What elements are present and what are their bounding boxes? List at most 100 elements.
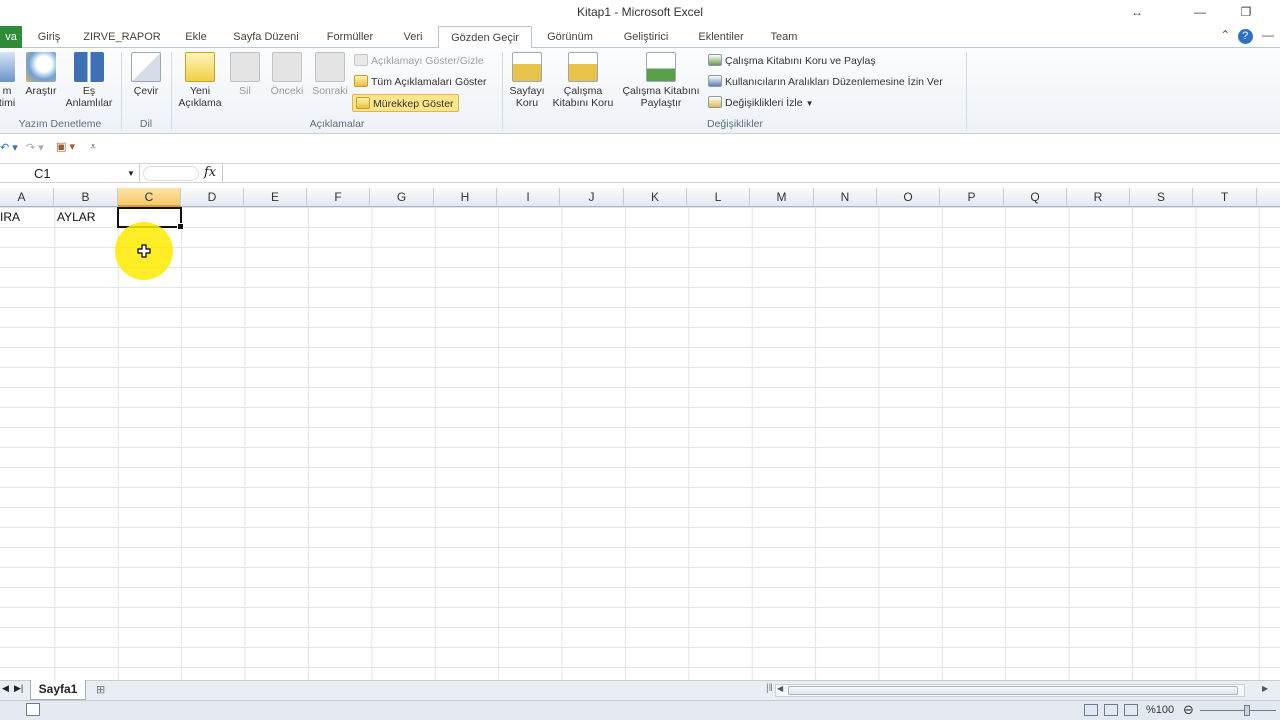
macro-record-icon[interactable] bbox=[26, 703, 40, 716]
tab-team[interactable]: Team bbox=[764, 28, 804, 48]
cell-area[interactable] bbox=[0, 207, 1280, 680]
tab-review[interactable]: Gözden Geçir bbox=[438, 26, 532, 49]
column-header-m[interactable]: M bbox=[750, 188, 814, 207]
zoom-out-icon[interactable]: ⊖ bbox=[1183, 702, 1194, 718]
lock-workbook-icon bbox=[568, 52, 598, 82]
new-comment-label-2: Açıklama bbox=[178, 97, 222, 109]
protect-sheet-button[interactable]: Sayfayı Koru bbox=[506, 52, 548, 109]
protect-share-workbook-button[interactable]: Çalışma Kitabını Koru ve Paylaş bbox=[708, 52, 876, 70]
minimize-button[interactable]: — bbox=[1190, 3, 1210, 21]
paste-icon[interactable]: ▣ ▾ bbox=[56, 140, 75, 153]
collapse-ribbon-icon[interactable]: ⌃ bbox=[1220, 28, 1230, 42]
resize-icon[interactable]: ↔ bbox=[1127, 3, 1147, 21]
tab-addins[interactable]: Eklentiler bbox=[690, 28, 752, 48]
column-header-k[interactable]: K bbox=[624, 188, 687, 207]
column-header-p[interactable]: P bbox=[940, 188, 1004, 207]
allow-edit-ranges-button[interactable]: Kullanıcıların Aralıkları Düzenlemesine … bbox=[708, 73, 943, 91]
formula-divider-handle[interactable] bbox=[143, 166, 199, 181]
show-ink-button[interactable]: Mürekkep Göster bbox=[352, 94, 459, 112]
last-sheet-icon[interactable]: ▶| bbox=[14, 683, 23, 694]
thesaurus-icon bbox=[74, 52, 104, 82]
ribbon-tabs: va Giriş ZIRVE_RAPOR Ekle Sayfa Düzeni F… bbox=[0, 26, 1280, 49]
status-bar: %100 ⊖ bbox=[0, 700, 1280, 720]
thesaurus-button[interactable]: Eş Anlamlılar bbox=[62, 52, 116, 109]
tab-formulas[interactable]: Formüller bbox=[318, 28, 382, 48]
zoom-slider[interactable] bbox=[1200, 710, 1276, 711]
previous-comment-button[interactable]: Önceki bbox=[266, 52, 308, 97]
research-button[interactable]: Araştır bbox=[22, 52, 60, 97]
column-header-g[interactable]: G bbox=[370, 188, 434, 207]
scroll-left-icon[interactable]: ◀ bbox=[777, 684, 783, 693]
name-box[interactable]: C1 ▼ bbox=[0, 164, 140, 183]
prev-sheet-icon[interactable]: ◀ bbox=[2, 683, 9, 694]
page-break-view-icon[interactable] bbox=[1124, 704, 1138, 716]
scroll-thumb[interactable] bbox=[788, 686, 1238, 695]
tab-developer[interactable]: Geliştirici bbox=[614, 28, 678, 48]
column-header-l[interactable]: L bbox=[687, 188, 750, 207]
tab-file[interactable]: va bbox=[0, 26, 22, 48]
next-comment-button[interactable]: Sonraki bbox=[308, 52, 352, 97]
scroll-right-icon[interactable]: ▶ bbox=[1262, 684, 1268, 693]
column-header-h[interactable]: H bbox=[434, 188, 497, 207]
horizontal-scrollbar[interactable]: ◀ bbox=[775, 684, 1245, 697]
tab-insert[interactable]: Ekle bbox=[178, 28, 214, 48]
new-sheet-icon[interactable]: ⊞ bbox=[96, 683, 105, 696]
cell-b1[interactable]: AYLAR bbox=[57, 210, 95, 224]
column-header-n[interactable]: N bbox=[814, 188, 877, 207]
column-header-t[interactable]: T bbox=[1193, 188, 1257, 207]
column-header-i[interactable]: I bbox=[497, 188, 560, 207]
column-header-o[interactable]: O bbox=[877, 188, 940, 207]
column-header-q[interactable]: Q bbox=[1004, 188, 1067, 207]
column-header-e[interactable]: E bbox=[244, 188, 307, 207]
tab-page-layout[interactable]: Sayfa Düzeni bbox=[226, 28, 306, 48]
spelling-label-1: m bbox=[2, 85, 12, 97]
name-box-dropdown-icon[interactable]: ▼ bbox=[127, 164, 135, 183]
spelling-button[interactable]: m timi bbox=[0, 52, 20, 109]
sheet-tab-sayfa1[interactable]: Sayfa1 bbox=[30, 680, 86, 700]
protect-workbook-label-2: Kitabını Koru bbox=[552, 97, 614, 109]
column-header-d[interactable]: D bbox=[181, 188, 244, 207]
column-header-j[interactable]: J bbox=[560, 188, 624, 207]
group-divider bbox=[966, 52, 967, 130]
minimize-window-icon[interactable]: — bbox=[1262, 28, 1274, 42]
track-changes-button[interactable]: Değişiklikleri İzle ▼ bbox=[708, 94, 814, 112]
protect-sheet-label-2: Koru bbox=[515, 97, 539, 109]
new-comment-button[interactable]: Yeni Açıklama bbox=[176, 52, 224, 109]
protect-sheet-label-1: Sayfayı bbox=[509, 85, 545, 97]
insert-function-icon[interactable]: fx bbox=[204, 165, 216, 180]
formula-input[interactable] bbox=[222, 164, 1280, 183]
delete-comment-button[interactable]: Sil bbox=[230, 52, 260, 97]
help-icon[interactable]: ? bbox=[1237, 29, 1253, 44]
column-header-b[interactable]: B bbox=[54, 188, 118, 207]
redo-icon[interactable]: ↷ ▾ bbox=[26, 141, 44, 154]
worksheet-grid[interactable]: A B C D E F G H I J K L M N O P Q R S T … bbox=[0, 188, 1280, 680]
translate-button[interactable]: Çevir bbox=[128, 52, 164, 97]
column-header-s[interactable]: S bbox=[1130, 188, 1193, 207]
undo-icon[interactable]: ↶ ▾ bbox=[0, 141, 18, 154]
customize-qat-icon[interactable]: ⩡ bbox=[90, 141, 96, 154]
split-handle[interactable]: |‖ bbox=[766, 683, 773, 694]
page-layout-view-icon[interactable] bbox=[1104, 704, 1118, 716]
column-header-a[interactable]: A bbox=[0, 188, 54, 207]
column-header-c[interactable]: C bbox=[118, 188, 181, 207]
normal-view-icon[interactable] bbox=[1084, 704, 1098, 716]
share-workbook-button[interactable]: Çalışma Kitabını Paylaştır bbox=[620, 52, 702, 109]
tab-view[interactable]: Görünüm bbox=[540, 28, 600, 48]
column-header-f[interactable]: F bbox=[307, 188, 370, 207]
tab-home[interactable]: Giriş bbox=[30, 28, 68, 48]
share-workbook-label-2: Paylaştır bbox=[640, 97, 682, 109]
show-all-comments-button[interactable]: Tüm Açıklamaları Göster bbox=[354, 73, 487, 91]
name-box-value: C1 bbox=[34, 166, 51, 181]
formula-bar: C1 ▼ fx bbox=[0, 163, 1280, 183]
cell-a1[interactable]: IRA bbox=[0, 210, 20, 224]
zoom-slider-thumb[interactable] bbox=[1244, 705, 1250, 716]
protect-workbook-button[interactable]: Çalışma Kitabını Koru bbox=[548, 52, 618, 109]
show-hide-comment-button[interactable]: Açıklamayı Göster/Gizle bbox=[354, 52, 484, 70]
column-header-r[interactable]: R bbox=[1067, 188, 1130, 207]
zoom-level[interactable]: %100 bbox=[1146, 704, 1174, 716]
column-header-u[interactable] bbox=[1257, 188, 1280, 207]
restore-button[interactable]: ❐ bbox=[1236, 3, 1256, 21]
tab-zirve-rapor[interactable]: ZIRVE_RAPOR bbox=[82, 28, 162, 48]
tab-data[interactable]: Veri bbox=[396, 28, 430, 48]
track-changes-icon bbox=[708, 96, 722, 108]
